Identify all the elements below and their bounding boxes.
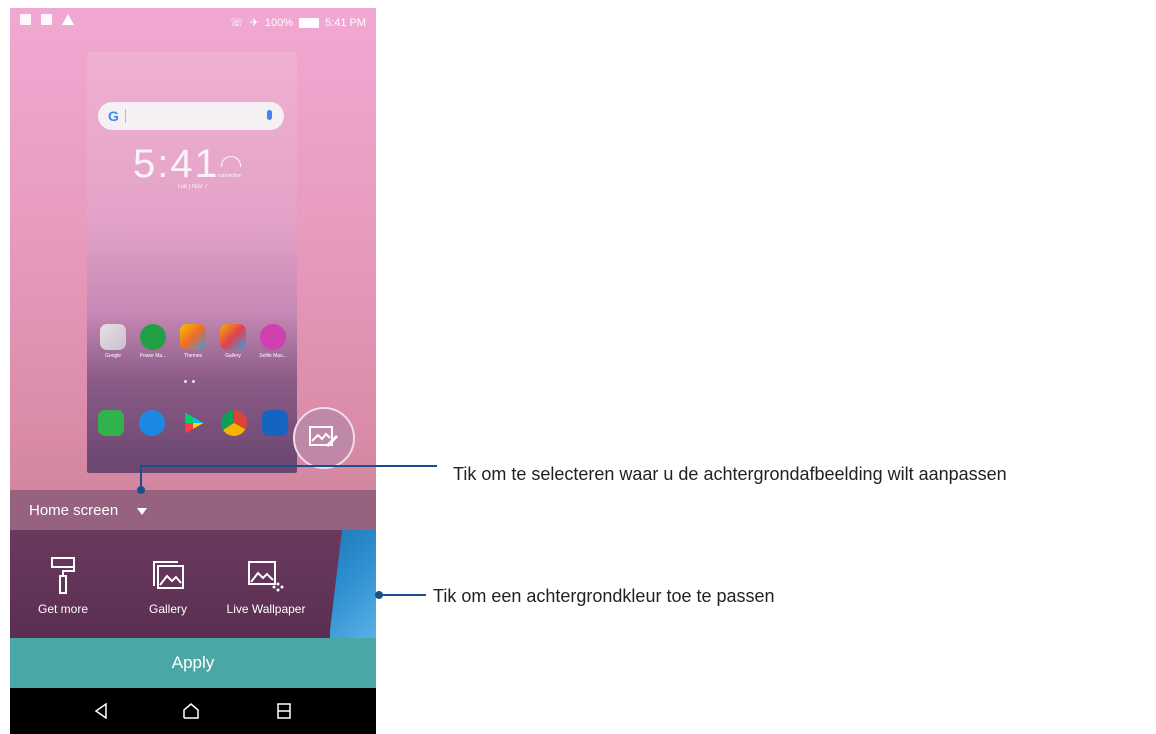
page-indicator <box>184 380 195 383</box>
callout-leader-line <box>140 465 437 467</box>
play-store-icon <box>185 412 204 434</box>
messages-icon <box>139 410 165 436</box>
power-master-icon <box>140 324 166 350</box>
status-bar: ☏ ✈ 100% 5:41 PM <box>10 8 376 36</box>
chrome-icon <box>221 410 247 436</box>
airplane-mode-icon: ✈ <box>249 17 259 29</box>
callout-dot <box>137 486 145 494</box>
google-folder-icon <box>100 324 126 350</box>
callout-leader-line <box>380 594 426 596</box>
background-color-swatch[interactable] <box>330 530 376 638</box>
preview-app: Gallery <box>215 324 251 359</box>
screen-selector-dropdown[interactable]: Home screen <box>10 490 376 530</box>
navigation-bar <box>10 688 376 734</box>
wallpaper-preview: G 5:41 Tue | Nov 7 No connection Google … <box>87 52 297 473</box>
wallpaper-source-options: Get more Gallery Live Wallpaper <box>10 530 376 638</box>
clock-widget-date: Tue | Nov 7 <box>177 184 208 190</box>
callout-dot <box>375 591 383 599</box>
gallery-icon <box>153 561 184 589</box>
live-wallpaper-button[interactable]: Live Wallpaper <box>221 556 311 616</box>
mic-icon <box>267 110 272 120</box>
screen-selector-label: Home screen <box>29 502 119 519</box>
back-icon[interactable] <box>94 703 108 719</box>
image-notification-icon <box>41 14 52 25</box>
gallery-button[interactable]: Gallery <box>123 556 213 616</box>
call-icon: ☏ <box>229 17 244 29</box>
preview-app-row: Google Power Ma... Themes Gallery Selfie… <box>95 324 291 359</box>
weather-status: No connection <box>210 173 242 179</box>
camera-icon <box>262 410 288 436</box>
edit-image-icon <box>309 426 339 448</box>
caret-down-icon <box>137 508 147 515</box>
status-time: 5:41 PM <box>325 16 366 29</box>
preview-app: Themes <box>175 324 211 359</box>
battery-percent: 100% <box>264 16 294 29</box>
google-logo: G <box>108 108 119 124</box>
recent-apps-icon[interactable] <box>277 703 291 719</box>
home-icon[interactable] <box>182 703 200 719</box>
live-wallpaper-icon <box>248 561 284 592</box>
battery-icon <box>299 17 320 28</box>
gallery-app-icon <box>220 324 246 350</box>
preview-app: Google <box>95 324 131 359</box>
callout-selector-text: Tik om te selecteren waar u de achtergro… <box>453 464 1007 484</box>
search-cursor <box>125 109 126 123</box>
clock-widget-time: 5:41 <box>133 142 219 186</box>
preview-app: Power Ma... <box>135 324 171 359</box>
warning-icon <box>62 14 74 25</box>
paint-roller-icon <box>51 557 75 594</box>
phone-icon <box>98 410 124 436</box>
apply-button[interactable]: Apply <box>10 638 376 688</box>
themes-icon <box>180 324 206 350</box>
edit-wallpaper-button[interactable] <box>293 407 355 469</box>
preview-app: Selfie Mas... <box>255 324 291 359</box>
cloud-icon <box>221 156 241 167</box>
get-more-button[interactable]: Get more <box>18 556 108 616</box>
selfie-master-icon <box>260 324 286 350</box>
phone-screen: ☏ ✈ 100% 5:41 PM G 5:41 Tue | Nov 7 No c… <box>10 8 376 734</box>
image-notification-icon <box>20 14 31 25</box>
preview-dock <box>98 410 288 436</box>
callout-color-text: Tik om een achtergrondkleur toe te passe… <box>433 586 775 606</box>
google-search-bar: G <box>98 102 284 130</box>
